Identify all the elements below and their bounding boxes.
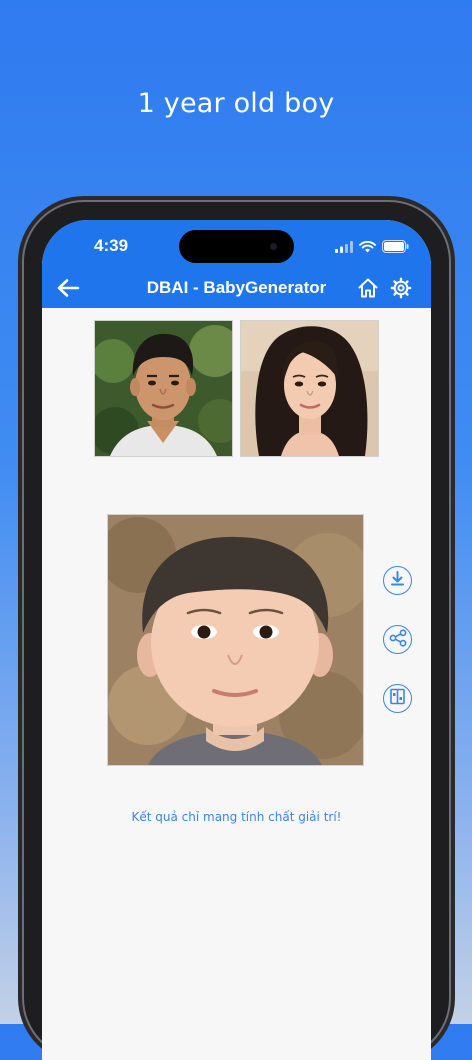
- share-button[interactable]: [383, 625, 412, 654]
- status-icons: [335, 238, 409, 257]
- phone-frame: 4:39 DBAI - BabyGenerator Kết quả chỉ ma…: [18, 200, 455, 1060]
- baby-photo-icon: [108, 515, 363, 765]
- share-icon: [389, 628, 407, 651]
- home-icon: [357, 278, 379, 303]
- compare-icon: [389, 688, 406, 709]
- battery-icon: [382, 238, 409, 257]
- app-header: 4:39 DBAI - BabyGenerator: [42, 220, 431, 308]
- status-time: 4:39: [94, 236, 129, 255]
- mother-photo[interactable]: [240, 320, 379, 457]
- gear-icon: [390, 277, 412, 303]
- wifi-icon: [359, 238, 376, 257]
- promo-headline: 1 year old boy: [137, 88, 335, 119]
- volume-up-button: [18, 415, 22, 473]
- compare-button[interactable]: [383, 684, 412, 713]
- app-screen: 4:39 DBAI - BabyGenerator Kết quả chỉ ma…: [42, 220, 431, 1060]
- result-photo[interactable]: [107, 514, 364, 766]
- download-button[interactable]: [383, 566, 412, 595]
- person-photo-icon: [241, 321, 378, 456]
- signal-icon: [335, 238, 353, 257]
- settings-button[interactable]: [390, 277, 412, 303]
- volume-down-button: [18, 492, 22, 550]
- download-icon: [389, 570, 406, 591]
- person-photo-icon: [95, 321, 232, 456]
- father-photo[interactable]: [94, 320, 233, 457]
- disclaimer-text: Kết quả chỉ mang tính chất giải trí!: [131, 810, 342, 824]
- mute-switch: [18, 358, 22, 388]
- power-button: [451, 460, 455, 550]
- home-button[interactable]: [357, 277, 379, 303]
- dynamic-island: [179, 230, 294, 263]
